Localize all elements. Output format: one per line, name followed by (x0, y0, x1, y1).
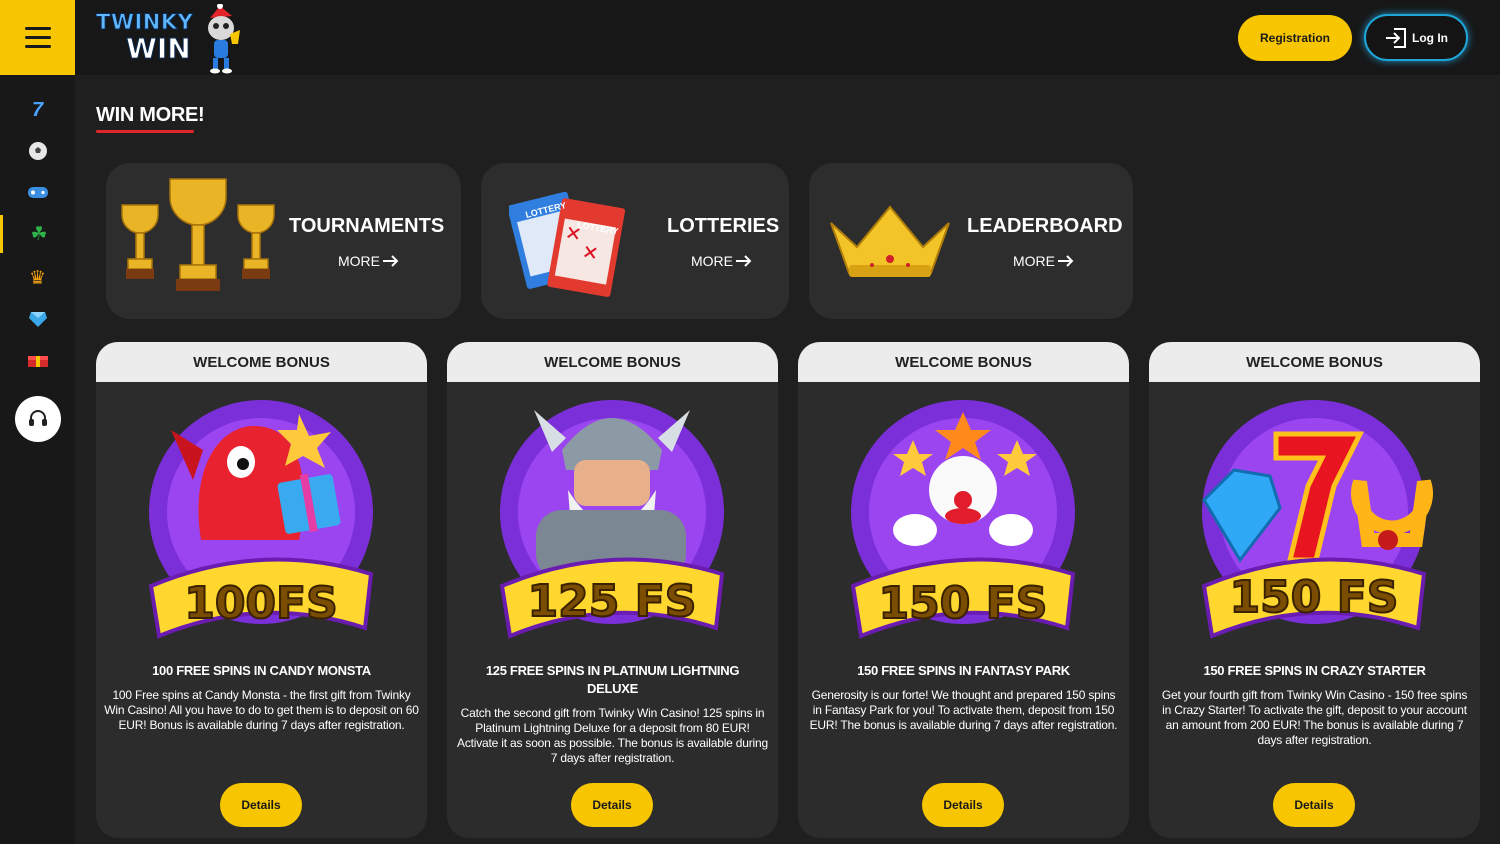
details-button[interactable]: Details (922, 783, 1004, 827)
crazy-starter-art: 150 FS (1201, 400, 1433, 639)
promo-title: LEADERBOARD (967, 215, 1123, 237)
badge-text: 100FS (184, 578, 338, 629)
bonus-description: Generosity is our forte! We thought and … (809, 688, 1118, 732)
promo-card-leaderboard[interactable]: LEADERBOARD MORE (809, 163, 1133, 319)
bonus-card-header: WELCOME BONUS (798, 342, 1129, 382)
top-header: TWINKY WIN Registration Log In (0, 0, 1500, 75)
site-logo[interactable]: TWINKY WIN (95, 4, 246, 74)
bonus-description: Get your fourth gift from Twinky Win Cas… (1161, 688, 1468, 747)
badge-text: 150 FS (1230, 572, 1399, 623)
title-underline (96, 130, 194, 133)
bonus-description: Catch the second gift from Twinky Win Ca… (457, 706, 768, 765)
sidebar-item-vip[interactable]: ♛ (0, 259, 75, 297)
login-label: Log In (1412, 30, 1448, 45)
bonus-card: WELCOME BONUS 150 FS 150 FREE SPINS IN F… (798, 342, 1129, 838)
bonus-card: WELCOME BONUS 125 FS 125 FREE SPINS IN P… (447, 342, 778, 838)
soccer-ball-icon (28, 142, 47, 160)
promo-card-lotteries[interactable]: LOTTERY LOTTERY LOTTERIES MORE (481, 163, 789, 319)
sidebar-item-promotions[interactable] (0, 342, 75, 380)
candy-monsta-art: 100FS (148, 400, 374, 639)
seven-icon: 7 (31, 98, 44, 121)
more-label: MORE (338, 253, 380, 269)
details-button[interactable]: Details (571, 783, 653, 827)
promo-more-link[interactable]: MORE (338, 253, 400, 269)
clover-icon: ☘ (30, 223, 48, 245)
gem-icon (28, 312, 47, 327)
bonus-card-header: WELCOME BONUS (96, 342, 427, 382)
bonus-card-header: WELCOME BONUS (447, 342, 778, 382)
headset-icon (29, 410, 47, 426)
sidebar-item-sports[interactable] (0, 132, 75, 170)
more-label: MORE (1013, 253, 1055, 269)
promo-more-link[interactable]: MORE (1013, 253, 1075, 269)
bonus-title: 125 FREE SPINS IN PLATINUM LIGHTNING DEL… (485, 663, 740, 696)
bonus-description: 100 Free spins at Candy Monsta - the fir… (104, 688, 419, 732)
bonus-title: 150 FREE SPINS IN FANTASY PARK (857, 663, 1070, 678)
left-sidebar: 7 ☘ ♛ (0, 75, 75, 844)
login-button[interactable]: Log In (1364, 14, 1468, 61)
page-title: WIN MORE! (96, 104, 205, 126)
lottery-tickets-icon (509, 191, 626, 297)
promo-title: LOTTERIES (667, 215, 780, 237)
bonus-card-header: WELCOME BONUS (1149, 342, 1480, 382)
logo-text-bottom: WIN (126, 32, 192, 66)
hamburger-icon (24, 24, 51, 51)
details-button[interactable]: Details (1273, 783, 1355, 827)
support-button[interactable] (15, 396, 61, 442)
crown-icon: ♛ (28, 267, 47, 289)
bonus-card: WELCOME BONUS 150 FS 150 FREE SPINS IN C… (1149, 342, 1480, 838)
mascot-icon (208, 4, 240, 74)
sidebar-item-shop[interactable] (0, 300, 75, 338)
arrow-right-icon (1058, 255, 1074, 267)
fantasy-park-art: 150 FS (850, 400, 1076, 639)
sidebar-item-lucky[interactable]: ☘ (0, 215, 75, 253)
more-label: MORE (691, 253, 733, 269)
crown-icon (830, 205, 950, 277)
bonus-title: 150 FREE SPINS IN CRAZY STARTER (1203, 663, 1426, 678)
arrow-right-icon (736, 255, 752, 267)
logo-text-top: TWINKY (95, 10, 194, 35)
arrow-right-icon (383, 255, 399, 267)
badge-text: 125 FS (528, 576, 697, 627)
promo-title: TOURNAMENTS (289, 215, 445, 237)
platinum-lightning-art: 125 FS (499, 400, 725, 639)
promo-more-link[interactable]: MORE (691, 253, 753, 269)
menu-button[interactable] (0, 0, 75, 75)
login-icon (1386, 27, 1406, 48)
promo-card-tournaments[interactable]: TOURNAMENTS MORE (106, 163, 461, 319)
gift-icon (27, 356, 48, 367)
gamepad-icon (27, 187, 48, 198)
bonus-card: WELCOME BONUS 100FS 100 FREE SPINS IN CA… (96, 342, 427, 838)
trophies-icon (121, 178, 275, 291)
sidebar-item-slots[interactable]: 7 (0, 91, 75, 129)
registration-button[interactable]: Registration (1238, 15, 1352, 61)
details-button[interactable]: Details (220, 783, 302, 827)
sidebar-item-games[interactable] (0, 173, 75, 211)
bonus-title: 100 FREE SPINS IN CANDY MONSTA (152, 663, 371, 678)
badge-text: 150 FS (879, 578, 1048, 629)
